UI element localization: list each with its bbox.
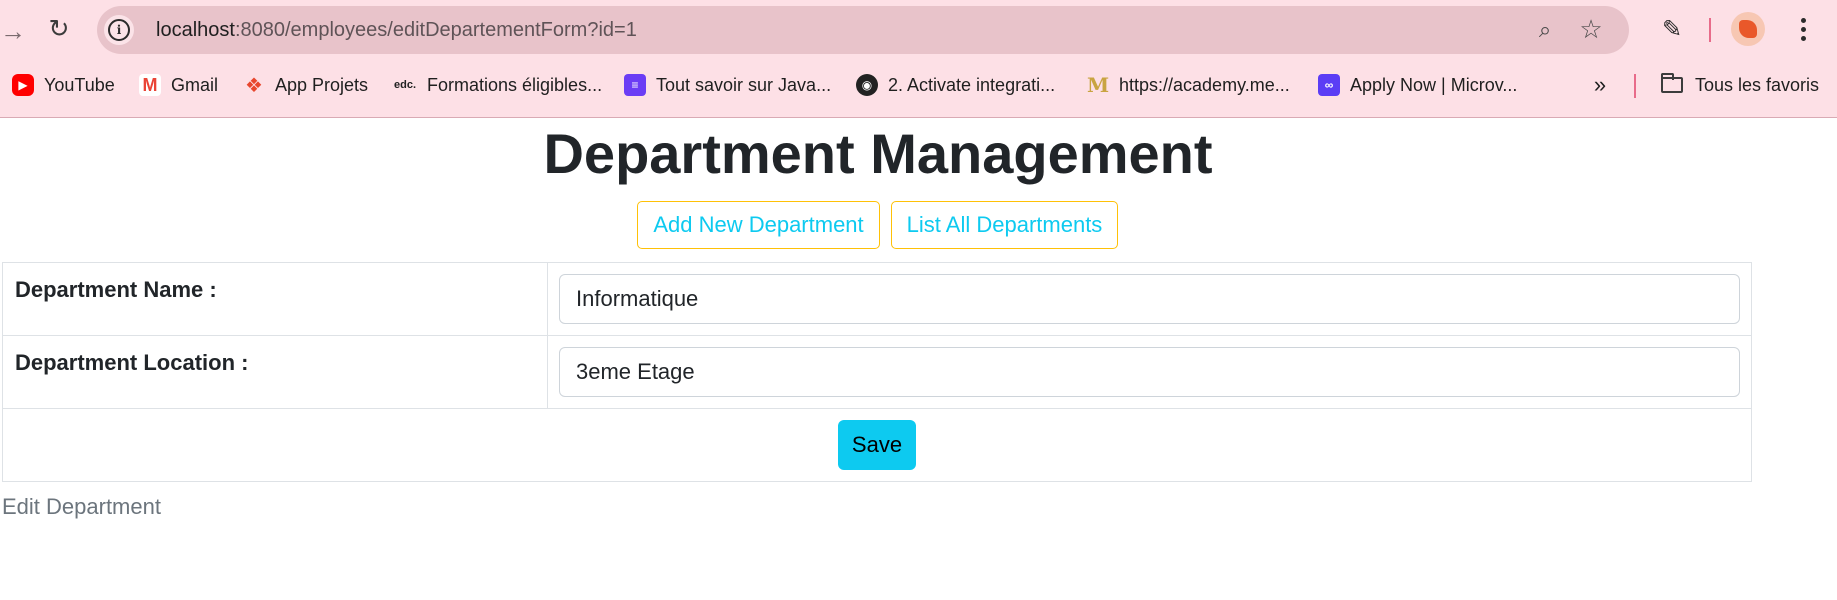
page-title: Department Management: [543, 122, 1213, 185]
all-bookmarks-label: Tous les favoris: [1695, 74, 1820, 95]
bookmark-label: Gmail: [171, 74, 219, 95]
bookmark-label: 2. Activate integrati...: [888, 74, 1056, 95]
department-location-label: Department Location :: [2, 335, 548, 409]
form-row-location: Department Location :: [2, 335, 1752, 409]
url-text[interactable]: localhost:8080/employees/editDepartement…: [156, 19, 637, 42]
department-name-input[interactable]: [559, 274, 1740, 324]
department-name-label: Department Name :: [2, 262, 548, 336]
footer-caption: Edit Department: [2, 494, 161, 519]
more-bookmarks-chevron-icon[interactable]: »: [1588, 68, 1612, 102]
bookmark-gmail[interactable]: M Gmail: [139, 68, 218, 102]
bookmark-label: Tout savoir sur Java...: [656, 74, 832, 95]
bookmark-java[interactable]: ≡ Tout savoir sur Java...: [624, 68, 831, 102]
department-form-table: Department Name : Department Location : …: [2, 262, 1752, 482]
bookmark-label: https://academy.me...: [1119, 74, 1290, 95]
address-bar[interactable]: i localhost:8080/employees/editDeparteme…: [97, 6, 1629, 54]
bookmark-star-icon[interactable]: ☆: [1577, 14, 1605, 44]
save-button[interactable]: Save: [838, 420, 916, 470]
academy-m-icon: M: [1086, 73, 1110, 97]
bookmark-label: Apply Now | Microv...: [1350, 74, 1518, 95]
site-info-icon[interactable]: i: [104, 15, 134, 45]
edc-icon: edc.: [393, 79, 416, 91]
bookmark-microv[interactable]: ∞ Apply Now | Microv...: [1318, 68, 1517, 102]
bookmark-activate[interactable]: ◉ 2. Activate integrati...: [856, 68, 1055, 102]
app-projets-icon: ❖: [245, 74, 263, 97]
globe-icon: ◉: [856, 74, 878, 96]
more-menu-icon[interactable]: [1786, 12, 1820, 46]
url-host: localhost: [156, 18, 235, 41]
form-row-actions: Save: [2, 408, 1752, 482]
save-cell: Save: [2, 408, 1752, 482]
gmail-icon: M: [139, 74, 161, 96]
bookmarks-bar: ▶ YouTube M Gmail ❖ App Projets edc. For…: [0, 68, 1837, 102]
profile-avatar-icon[interactable]: [1731, 12, 1765, 46]
youtube-icon: ▶: [12, 74, 34, 96]
browser-toolbar: → ↻ i localhost:8080/employees/editDepar…: [0, 0, 1837, 118]
bookmark-academy[interactable]: M https://academy.me...: [1087, 68, 1290, 102]
bookmark-app-projets[interactable]: ❖ App Projets: [243, 68, 368, 102]
bookmark-formations[interactable]: edc. Formations éligibles...: [393, 68, 602, 102]
department-location-cell: [547, 335, 1752, 409]
bookmark-youtube[interactable]: ▶ YouTube: [12, 68, 115, 102]
reload-icon[interactable]: ↻: [42, 12, 76, 46]
back-arrow-icon[interactable]: →: [0, 14, 26, 48]
all-bookmarks-folder[interactable]: Tous les favoris: [1661, 68, 1819, 102]
url-path: :8080/employees/editDepartementForm?id=1: [234, 18, 637, 41]
bookmark-label: Formations éligibles...: [427, 74, 603, 95]
toolbar-divider: [1709, 18, 1711, 42]
department-location-input[interactable]: [559, 347, 1740, 397]
bookmarks-divider: [1634, 74, 1636, 98]
microv-icon: ∞: [1318, 74, 1340, 96]
purple-app-icon: ≡: [624, 74, 646, 96]
zoom-icon[interactable]: ⌕: [1531, 16, 1559, 44]
folder-icon: [1661, 73, 1683, 93]
extensions-puzzle-icon[interactable]: ✎: [1655, 12, 1689, 46]
form-row-name: Department Name :: [2, 262, 1752, 336]
list-departments-button[interactable]: List All Departments: [891, 201, 1118, 249]
bookmark-label: App Projets: [275, 74, 369, 95]
add-department-button[interactable]: Add New Department: [637, 201, 880, 249]
bookmark-label: YouTube: [44, 74, 115, 95]
department-name-cell: [547, 262, 1752, 336]
